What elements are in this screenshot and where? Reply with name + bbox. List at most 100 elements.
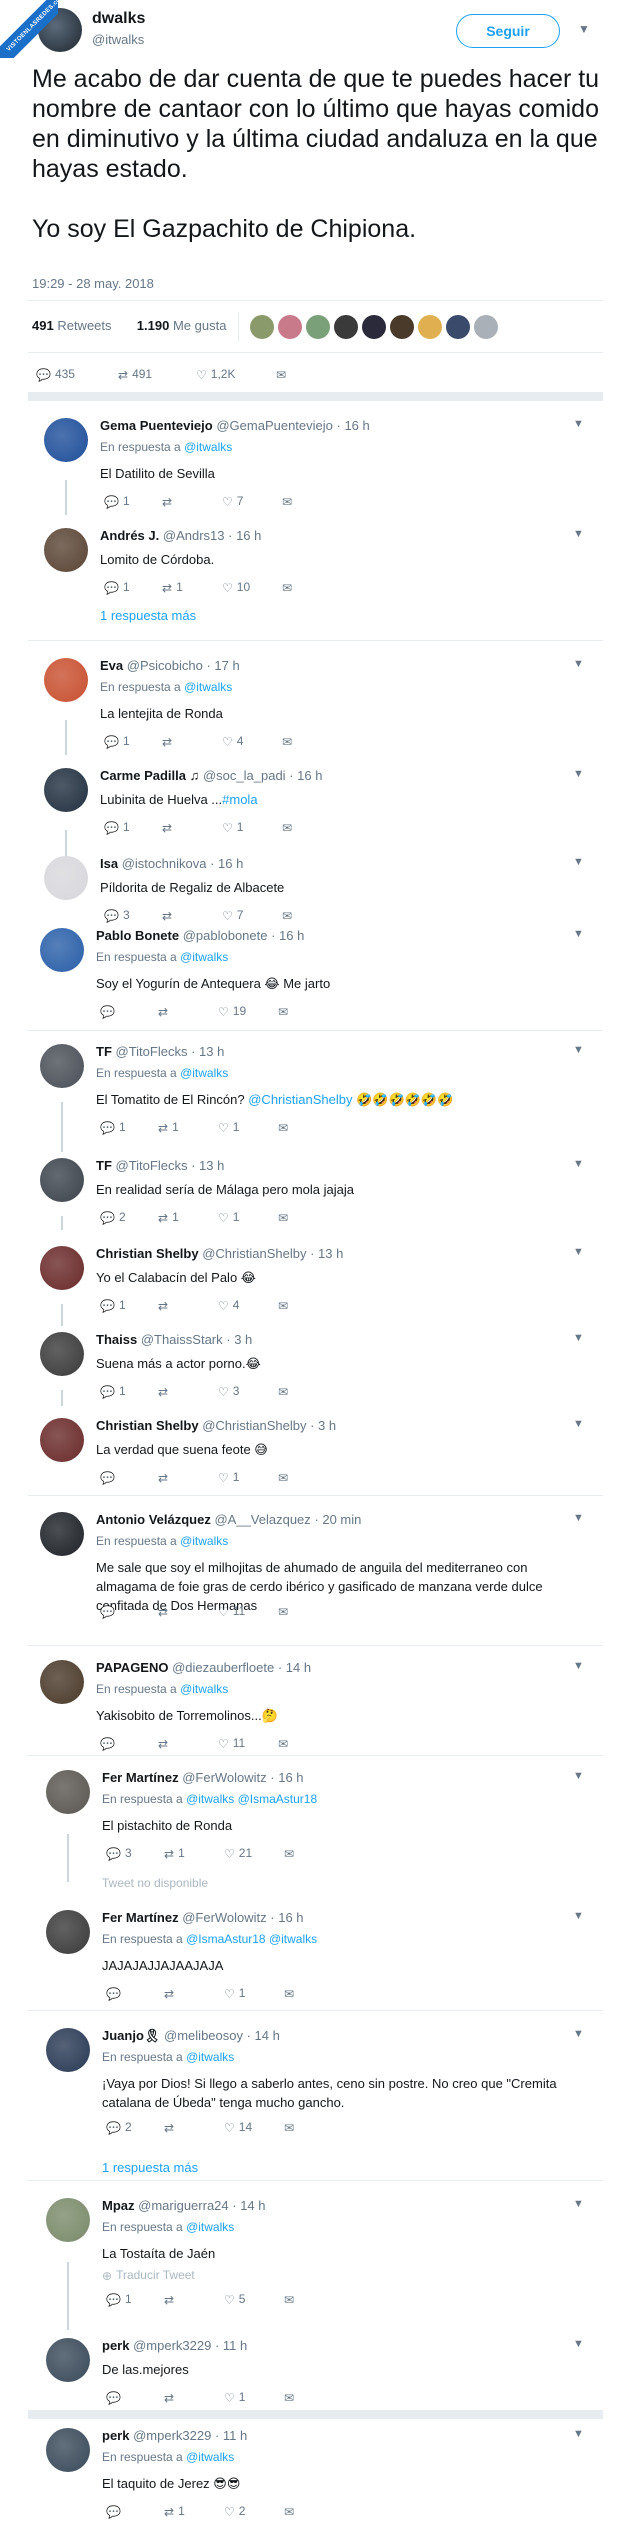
chevron-down-icon[interactable]: ▼ [573, 658, 584, 670]
show-more-replies-link[interactable]: 1 respuesta más [102, 2160, 198, 2175]
author-name[interactable]: Carme Padilla ♫ [100, 768, 199, 783]
reply-author[interactable]: Antonio Velázquez @A__Velazquez · 20 min [96, 1512, 361, 1527]
retweet-button[interactable]: ⇄ 1 [164, 1846, 185, 1861]
author-handle[interactable]: @GemaPuenteviejo [216, 418, 333, 433]
chevron-down-icon[interactable]: ▼ [573, 928, 584, 940]
retweet-button[interactable]: ⇄ 491 [118, 367, 152, 382]
avatar[interactable] [40, 1418, 84, 1462]
avatar[interactable] [44, 418, 88, 462]
message-button[interactable]: ✉ [282, 908, 296, 923]
like-button[interactable]: ♡ 7 [222, 494, 243, 509]
retweet-button[interactable]: ⇄ [164, 2120, 178, 2135]
avatar[interactable] [40, 1044, 84, 1088]
mention-link[interactable]: @itwalks [180, 1682, 228, 1696]
author-name[interactable]: perk [102, 2428, 129, 2443]
reply-button[interactable]: 💬 3 [106, 1846, 132, 1861]
reply-author[interactable]: Juanjo🎗 @melibeosoy · 14 h [102, 2028, 280, 2044]
mention-link[interactable]: @ChristianShelby [248, 1092, 352, 1107]
reply-timestamp[interactable]: · 11 h [215, 2428, 247, 2443]
reply-author[interactable]: Fer Martínez @FerWolowitz · 16 h [102, 1910, 304, 1925]
chevron-down-icon[interactable]: ▼ [573, 2428, 584, 2440]
author-handle[interactable]: @TitoFlecks [116, 1044, 188, 1059]
avatar[interactable] [46, 1770, 90, 1814]
like-button[interactable]: ♡ 4 [218, 1298, 239, 1313]
avatar[interactable] [446, 315, 470, 339]
avatar[interactable] [40, 928, 84, 972]
retweet-button[interactable]: ⇄ [162, 820, 176, 835]
author-handle[interactable]: @mperk3229 [133, 2338, 211, 2353]
reply-button[interactable]: 💬 1 [100, 1384, 126, 1399]
avatar[interactable] [44, 768, 88, 812]
author-name[interactable]: Isa [100, 856, 118, 871]
author-name[interactable]: Antonio Velázquez [96, 1512, 211, 1527]
reply-button[interactable]: 💬 1 [100, 1298, 126, 1313]
message-button[interactable]: ✉ [276, 367, 290, 382]
reply-timestamp[interactable]: · 14 h [232, 2198, 265, 2213]
like-button[interactable]: ♡ 14 [224, 2120, 252, 2135]
show-more-replies-link[interactable]: 1 respuesta más [100, 608, 196, 623]
author-handle[interactable]: @ChristianShelby [202, 1246, 306, 1261]
mention-link[interactable]: @itwalks [180, 1534, 228, 1548]
avatar[interactable] [40, 1512, 84, 1556]
retweet-button[interactable]: ⇄ [158, 1604, 172, 1619]
avatar[interactable] [40, 1246, 84, 1290]
message-button[interactable]: ✉ [282, 494, 296, 509]
message-button[interactable]: ✉ [278, 1384, 292, 1399]
author-handle[interactable]: @A__Velazquez [214, 1512, 310, 1527]
reply-button[interactable]: 💬 435 [36, 367, 75, 382]
like-button[interactable]: ♡ 4 [222, 734, 243, 749]
like-button[interactable]: ♡ 19 [218, 1004, 246, 1019]
like-button[interactable]: ♡ 1 [222, 820, 243, 835]
retweet-button[interactable]: ⇄ [158, 1470, 172, 1485]
avatar[interactable] [306, 315, 330, 339]
message-button[interactable]: ✉ [278, 1004, 292, 1019]
message-button[interactable]: ✉ [282, 734, 296, 749]
reply-button[interactable]: 💬 1 [104, 494, 130, 509]
author-name[interactable]: Gema Puenteviejo [100, 418, 213, 433]
avatar[interactable] [474, 315, 498, 339]
avatar[interactable] [390, 315, 414, 339]
reply-author[interactable]: PAPAGENO @diezauberfloete · 14 h [96, 1660, 311, 1675]
mention-link[interactable]: @itwalks [184, 440, 232, 454]
author-name[interactable]: dwalks [92, 10, 145, 28]
avatar[interactable] [46, 2428, 90, 2472]
reply-author[interactable]: Isa @istochnikova · 16 h [100, 856, 243, 871]
avatar[interactable] [418, 315, 442, 339]
avatar[interactable] [40, 1158, 84, 1202]
like-button[interactable]: ♡ 1 [218, 1210, 239, 1225]
author-name[interactable]: Andrés J. [100, 528, 159, 543]
mention-link[interactable]: @itwalks [184, 680, 232, 694]
chevron-down-icon[interactable]: ▼ [573, 2028, 584, 2040]
reply-author[interactable]: TF @TitoFlecks · 13 h [96, 1158, 224, 1173]
message-button[interactable]: ✉ [278, 1736, 292, 1751]
retweet-button[interactable]: ⇄ [158, 1384, 172, 1399]
author-name[interactable]: PAPAGENO [96, 1660, 168, 1675]
chevron-down-icon[interactable]: ▼ [573, 1512, 584, 1524]
chevron-down-icon[interactable]: ▼ [573, 2338, 584, 2350]
avatar[interactable] [362, 315, 386, 339]
avatar[interactable] [44, 856, 88, 900]
avatar[interactable] [46, 2028, 90, 2072]
mention-link[interactable]: @IsmaAstur18 @itwalks [186, 1932, 317, 1946]
retweet-button[interactable]: ⇄ [164, 2292, 178, 2307]
reply-button[interactable]: 💬 [106, 1986, 125, 2001]
like-button[interactable]: ♡ 11 [218, 1604, 245, 1619]
reply-author[interactable]: Christian Shelby @ChristianShelby · 3 h [96, 1418, 336, 1433]
message-button[interactable]: ✉ [284, 2504, 298, 2519]
message-button[interactable]: ✉ [278, 1120, 292, 1135]
author-handle[interactable]: @soc_la_padi [203, 768, 286, 783]
reply-timestamp[interactable]: · 14 h [278, 1660, 311, 1675]
reply-button[interactable]: 💬 1 [104, 820, 130, 835]
author-name[interactable]: Christian Shelby [96, 1246, 199, 1261]
retweet-button[interactable]: ⇄ [158, 1004, 172, 1019]
reply-author[interactable]: Fer Martínez @FerWolowitz · 16 h [102, 1770, 304, 1785]
chevron-down-icon[interactable]: ▼ [573, 418, 584, 430]
reply-button[interactable]: 💬 2 [100, 1210, 126, 1225]
reply-button[interactable]: 💬 1 [106, 2292, 132, 2307]
author-handle[interactable]: @Psicobicho [127, 658, 203, 673]
author-name[interactable]: Pablo Bonete [96, 928, 179, 943]
author-handle[interactable]: @FerWolowitz [182, 1910, 266, 1925]
retweet-button[interactable]: ⇄ [162, 494, 176, 509]
like-button[interactable]: ♡ 1 [224, 2390, 245, 2405]
reply-author[interactable]: perk @mperk3229 · 11 h [102, 2338, 247, 2353]
